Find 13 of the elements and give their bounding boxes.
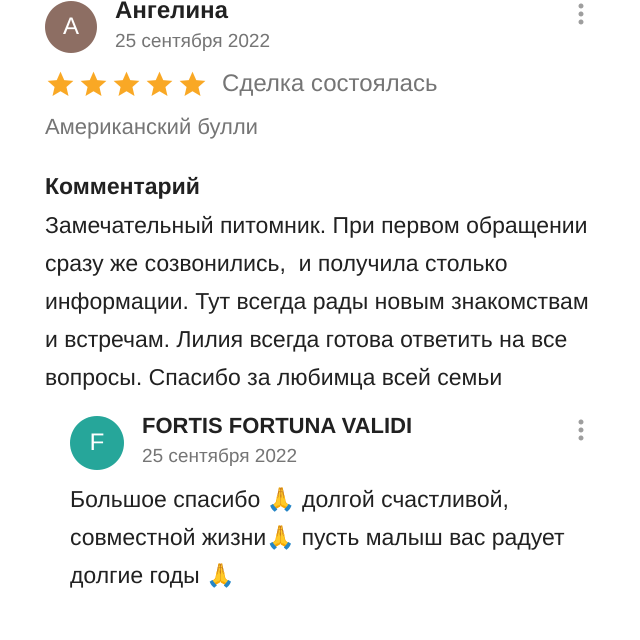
author-name: FORTIS FORTUNA VALIDI: [142, 412, 414, 440]
more-options-icon[interactable]: [577, 2, 585, 26]
avatar: F: [70, 416, 124, 470]
comment-heading: Комментарий: [44, 172, 201, 201]
comment-text: Замечательный питомник. При первом обращении сразу же созвонились, и получила столько информации. Тут всегда рады новым знакомствам и встречам. Лилия всегда готова ответить на все вопросы. Спасибо за любимца всей семьи: [45, 210, 590, 392]
avatar: A: [45, 1, 97, 53]
review-date: 25 сентября 2022: [115, 30, 272, 54]
author-name: Ангелина: [115, 0, 230, 26]
reply-date: 25 сентября 2022: [142, 444, 298, 468]
breed-label: Американский булли: [44, 113, 259, 141]
more-options-icon[interactable]: [577, 418, 585, 442]
reply-text: Большое спасибо 🙏 долгой счастливой, совместной жизни🙏 пусть малыш вас радует долгие годы 🙏: [70, 484, 566, 590]
deal-status: Сделка состоялась: [222, 69, 438, 99]
